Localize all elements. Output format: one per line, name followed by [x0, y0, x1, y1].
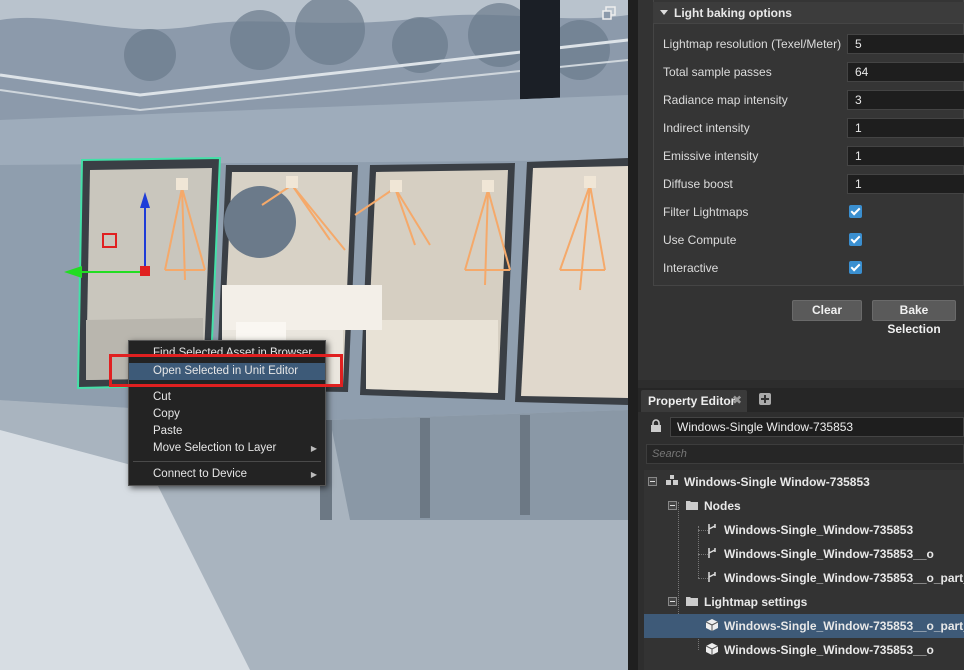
tree-row-nodes[interactable]: Nodes [644, 494, 964, 518]
prop-label: Radiance map intensity [663, 93, 788, 107]
scene-render [0, 0, 628, 670]
submenu-arrow-icon: ▶ [310, 444, 317, 453]
node-icon [708, 524, 716, 534]
maximize-icon[interactable] [602, 6, 616, 20]
menu-item-paste[interactable]: Paste [129, 423, 325, 440]
tab-property-editor[interactable]: Property Editor ✖ [641, 390, 747, 412]
prop-radiance-map-intensity: Radiance map intensity 3 [663, 90, 964, 112]
menu-item-label: Connect to Device [153, 468, 247, 480]
prop-use-compute: Use Compute [663, 230, 963, 252]
light-baking-panel: Light baking options Lightmap resolution… [638, 0, 964, 380]
node-icon [708, 548, 716, 558]
prop-label: Use Compute [663, 233, 737, 247]
interactive-checkbox[interactable] [849, 261, 862, 274]
menu-item-label: Paste [153, 425, 183, 437]
light-baking-header[interactable]: Light baking options [653, 2, 964, 24]
diffuse-boost-input[interactable]: 1 [847, 174, 964, 194]
panel-splitter[interactable] [628, 0, 638, 670]
search-input[interactable]: Search [646, 444, 964, 464]
radiance-map-intensity-input[interactable]: 3 [847, 90, 964, 110]
prop-indirect-intensity: Indirect intensity 1 [663, 118, 964, 140]
property-tree: Windows-Single Window-735853 Nodes Windo… [644, 470, 964, 670]
property-editor-tabbar: Property Editor ✖ [638, 388, 964, 412]
folder-icon [686, 501, 698, 510]
indirect-intensity-input[interactable]: 1 [847, 118, 964, 138]
menu-item-label: Cut [153, 391, 171, 403]
tree-row-node[interactable]: Windows-Single_Window-735853 [644, 518, 964, 542]
emissive-intensity-input[interactable]: 1 [847, 146, 964, 166]
add-tab-icon[interactable] [759, 393, 771, 405]
filter-lightmaps-checkbox[interactable] [849, 205, 862, 218]
prop-interactive: Interactive [663, 258, 963, 280]
right-panel: Light baking options Lightmap resolution… [638, 0, 964, 670]
collapse-triangle-icon[interactable] [660, 10, 668, 15]
folder-icon [686, 597, 698, 606]
cube-icon [706, 643, 718, 655]
prop-label: Emissive intensity [663, 149, 759, 163]
clear-button[interactable]: Clear [792, 300, 862, 321]
prop-label: Interactive [663, 261, 719, 275]
prop-label: Diffuse boost [663, 177, 733, 191]
prop-label: Lightmap resolution (Texel/Meter) [663, 37, 842, 51]
menu-item-move-selection-to-layer[interactable]: Move Selection to Layer ▶ [129, 440, 325, 457]
node-icon [708, 572, 716, 582]
scene-viewport[interactable]: Find Selected Asset in Browser Open Sele… [0, 0, 628, 670]
use-compute-checkbox[interactable] [849, 233, 862, 246]
prop-label: Total sample passes [663, 65, 772, 79]
tree-row-label: Windows-Single_Window-735853 [724, 523, 914, 537]
tree-row-label: Nodes [704, 499, 741, 513]
prop-lightmap-resolution: Lightmap resolution (Texel/Meter) 5 [663, 34, 964, 56]
tree-row-label: Windows-Single_Window-735853__o_part_1 [724, 619, 964, 633]
unit-icon [666, 475, 678, 485]
lightmap-resolution-input[interactable]: 5 [847, 34, 964, 54]
expand-toggle-icon[interactable] [648, 477, 657, 486]
tree-row-lightmap-entry[interactable]: Windows-Single_Window-735853__o [644, 638, 964, 662]
tree-row-node[interactable]: Windows-Single_Window-735853__o [644, 542, 964, 566]
expand-toggle-icon[interactable] [668, 597, 677, 606]
tree-row-label: Windows-Single_Window-735853__o [724, 547, 934, 561]
menu-item-connect-to-device[interactable]: Connect to Device ▶ [129, 466, 325, 483]
prop-label: Filter Lightmaps [663, 205, 749, 219]
tree-row-label: Windows-Single Window-735853 [684, 475, 870, 489]
lock-icon[interactable] [650, 419, 662, 433]
menu-item-cut[interactable]: Cut [129, 389, 325, 406]
expand-toggle-icon[interactable] [668, 501, 677, 510]
tree-row-node[interactable]: Windows-Single_Window-735853__o_part_1 [644, 566, 964, 590]
close-icon[interactable]: ✖ [732, 393, 742, 407]
bake-selection-button[interactable]: Bake Selection [872, 300, 956, 336]
property-editor-body: Windows-Single Window-735853 Search Wind… [638, 412, 964, 670]
menu-separator [133, 461, 321, 462]
tree-row-lightmap-entry-selected[interactable]: Windows-Single_Window-735853__o_part_1 [644, 614, 964, 638]
menu-item-label: Copy [153, 408, 180, 420]
tab-label: Property Editor [648, 394, 736, 408]
prop-diffuse-boost: Diffuse boost 1 [663, 174, 964, 196]
unit-name-field[interactable]: Windows-Single Window-735853 [670, 417, 964, 437]
tree-row-unit-root[interactable]: Windows-Single Window-735853 [644, 470, 964, 494]
prop-total-sample-passes: Total sample passes 64 [663, 62, 964, 84]
prop-emissive-intensity: Emissive intensity 1 [663, 146, 964, 168]
annotation-highlight-box [109, 354, 343, 387]
menu-item-copy[interactable]: Copy [129, 406, 325, 423]
total-sample-passes-input[interactable]: 64 [847, 62, 964, 82]
light-baking-title: Light baking options [674, 6, 792, 20]
tree-row-label: Windows-Single_Window-735853__o_part_1 [724, 571, 964, 585]
prop-label: Indirect intensity [663, 121, 750, 135]
menu-item-label: Move Selection to Layer [153, 442, 277, 454]
cube-icon [706, 619, 718, 631]
prop-filter-lightmaps: Filter Lightmaps [663, 202, 963, 224]
tree-row-label: Windows-Single_Window-735853__o [724, 643, 934, 657]
tree-row-label: Lightmap settings [704, 595, 808, 609]
submenu-arrow-icon: ▶ [310, 470, 317, 479]
tree-row-lightmap-settings[interactable]: Lightmap settings [644, 590, 964, 614]
